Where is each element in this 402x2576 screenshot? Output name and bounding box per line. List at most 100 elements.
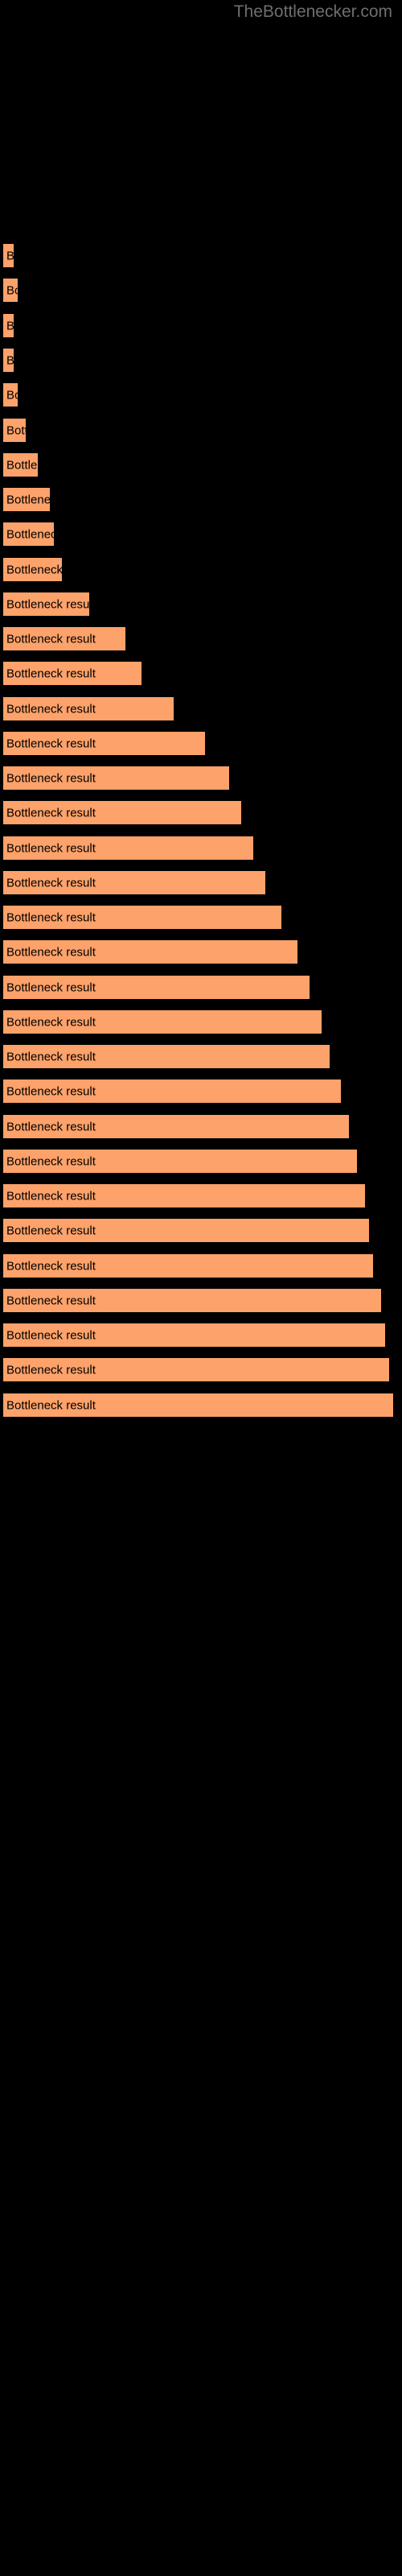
bar-label: Bottleneck result xyxy=(6,771,96,785)
bar-row: Bottleneck result xyxy=(0,766,402,791)
bar: Bottleneck result xyxy=(2,278,18,303)
bar-label: Bottleneck result xyxy=(6,527,54,541)
bar: Bottleneck result xyxy=(2,1183,366,1208)
bar: Bottleneck result xyxy=(2,1288,382,1313)
bottleneck-bar-chart: Bottleneck result Bottleneck result Bottle… xyxy=(0,0,402,2576)
bar-label: Bottleneck result xyxy=(6,1224,96,1237)
bar-row: Bottleneck result xyxy=(0,836,402,861)
bar-row: Bottleneck result xyxy=(0,975,402,1000)
bar-row: Bottleneck result xyxy=(0,696,402,721)
bar-label: Bottleneck result xyxy=(6,1259,96,1273)
bar: Bottleneck result xyxy=(2,975,310,1000)
bar-row: Bottleneck result xyxy=(0,905,402,930)
bar-label: Bottleneck result xyxy=(6,1084,96,1098)
bar: Bottleneck result xyxy=(2,800,242,825)
bar-row: Bottleneck result xyxy=(0,1393,402,1418)
bar-row: Bottleneck result xyxy=(0,348,402,373)
bar: Bottleneck result xyxy=(2,1009,322,1034)
bar-label: Bottleneck result xyxy=(6,1398,96,1412)
bar: Bottleneck result xyxy=(2,661,142,686)
bar-row: Bottleneck result xyxy=(0,313,402,338)
bar: Bottleneck result xyxy=(2,1253,374,1278)
bar-row: Bottleneck result xyxy=(0,1114,402,1139)
bar: Bottleneck result xyxy=(2,1357,390,1382)
bar-row: Bottleneck result xyxy=(0,557,402,582)
bar-row: Bottleneck result xyxy=(0,1218,402,1243)
bar-label: Bottleneck result xyxy=(6,632,96,646)
bar-row: Bottleneck result xyxy=(0,418,402,443)
bar-row: Bottleneck result xyxy=(0,731,402,756)
bar-row: Bottleneck result xyxy=(0,487,402,512)
bar: Bottleneck result xyxy=(2,1079,342,1104)
bar-row: Bottleneck result xyxy=(0,522,402,547)
bar-row: Bottleneck result xyxy=(0,870,402,895)
bar-label: Bottleneck result xyxy=(6,1015,96,1029)
bar-row: Bottleneck result xyxy=(0,278,402,303)
bar-label: Bottleneck result xyxy=(6,980,96,994)
bar-row: Bottleneck result xyxy=(0,939,402,964)
bar-label: Bottleneck result xyxy=(6,841,96,855)
bar: Bottleneck result xyxy=(2,731,206,756)
bar-label: Bottleneck result xyxy=(6,702,96,716)
bar-row: Bottleneck result xyxy=(0,1009,402,1034)
bar-row: Bottleneck result xyxy=(0,1288,402,1313)
bar-row: Bottleneck result xyxy=(0,1357,402,1382)
bar-label: Bottleneck result xyxy=(6,388,18,402)
bar-label: Bottleneck result xyxy=(6,1294,96,1307)
bar-label: Bottleneck result xyxy=(6,1328,96,1342)
bar-row: Bottleneck result xyxy=(0,243,402,268)
bar: Bottleneck result xyxy=(2,1393,394,1418)
bar-row: Bottleneck result xyxy=(0,1323,402,1348)
bar-row: Bottleneck result xyxy=(0,626,402,651)
bar: Bottleneck result xyxy=(2,696,174,721)
bar: Bottleneck result xyxy=(2,487,51,512)
bar-label: Bottleneck result xyxy=(6,1154,96,1168)
bar: Bottleneck result xyxy=(2,1044,330,1069)
bar: Bottleneck result xyxy=(2,382,18,407)
bar: Bottleneck result xyxy=(2,766,230,791)
bar-label: Bottleneck result xyxy=(6,458,38,472)
bar-label: Bottleneck result xyxy=(6,667,96,680)
bar: Bottleneck result xyxy=(2,452,39,477)
bar: Bottleneck result xyxy=(2,348,14,373)
bar-row: Bottleneck result xyxy=(0,1253,402,1278)
bar-row: Bottleneck result xyxy=(0,1183,402,1208)
bar: Bottleneck result xyxy=(2,592,90,617)
bar-label: Bottleneck result xyxy=(6,910,96,924)
bar-label: Bottleneck result xyxy=(6,1120,96,1133)
bar-label: Bottleneck result xyxy=(6,876,96,890)
bar-row: Bottleneck result xyxy=(0,661,402,686)
bar-row: Bottleneck result xyxy=(0,452,402,477)
bar-row: Bottleneck result xyxy=(0,1044,402,1069)
bar-label: Bottleneck result xyxy=(6,319,14,332)
bar-label: Bottleneck result xyxy=(6,423,26,437)
bar-label: Bottleneck result xyxy=(6,493,51,506)
bar-label: Bottleneck result xyxy=(6,1050,96,1063)
bar-label: Bottleneck result xyxy=(6,249,14,262)
bar-row: Bottleneck result xyxy=(0,592,402,617)
bar-label: Bottleneck result xyxy=(6,353,14,367)
bar-row: Bottleneck result xyxy=(0,800,402,825)
bar-label: Bottleneck result xyxy=(6,945,96,959)
bar: Bottleneck result xyxy=(2,939,298,964)
bar-label: Bottleneck result xyxy=(6,563,63,576)
bar: Bottleneck result xyxy=(2,313,14,338)
bar-row: Bottleneck result xyxy=(0,1079,402,1104)
bar: Bottleneck result xyxy=(2,626,126,651)
bar: Bottleneck result xyxy=(2,418,27,443)
bar-label: Bottleneck result xyxy=(6,1189,96,1203)
bar: Bottleneck result xyxy=(2,1114,350,1139)
bar: Bottleneck result xyxy=(2,243,14,268)
bar-label: Bottleneck result xyxy=(6,597,90,611)
bar-row: Bottleneck result xyxy=(0,382,402,407)
bar-row: Bottleneck result xyxy=(0,1149,402,1174)
bar-label: Bottleneck result xyxy=(6,806,96,819)
bar: Bottleneck result xyxy=(2,870,266,895)
bar: Bottleneck result xyxy=(2,1323,386,1348)
bar: Bottleneck result xyxy=(2,836,254,861)
bar-label: Bottleneck result xyxy=(6,737,96,750)
bar: Bottleneck result xyxy=(2,1218,370,1243)
bar: Bottleneck result xyxy=(2,557,63,582)
bar-label: Bottleneck result xyxy=(6,283,18,297)
bar: Bottleneck result xyxy=(2,1149,358,1174)
